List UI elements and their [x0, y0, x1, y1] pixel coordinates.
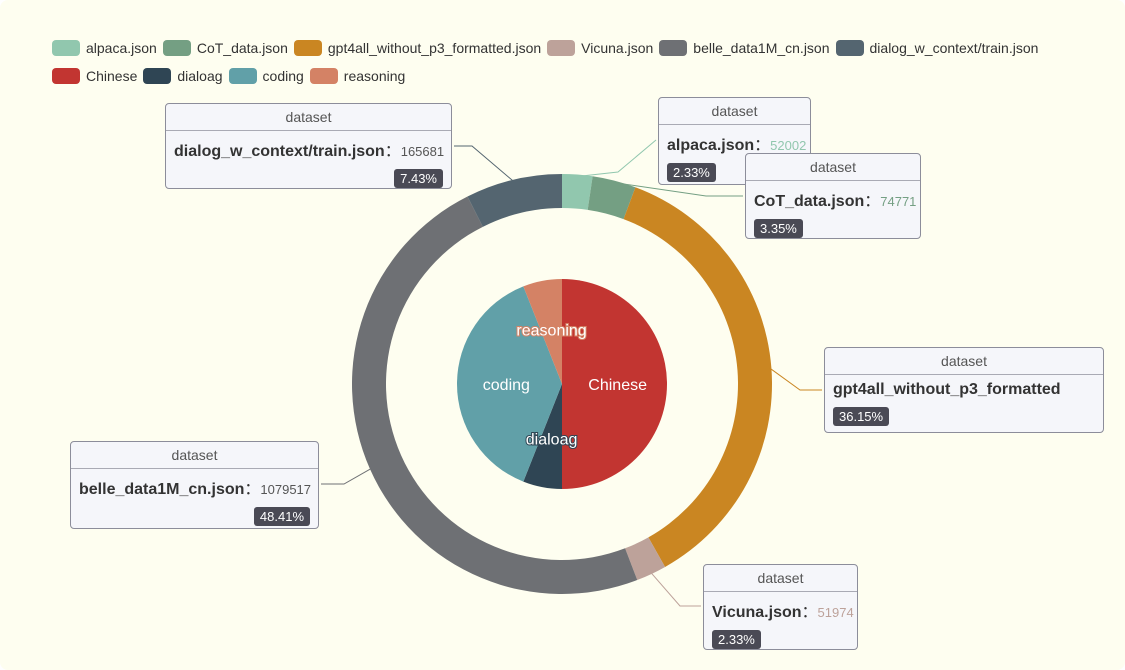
- callout-separator: ：: [244, 481, 261, 498]
- donut-slice-alpaca-json[interactable]: [562, 174, 593, 210]
- legend-swatch: [228, 68, 257, 84]
- callout-value: 74771: [880, 194, 917, 209]
- chart-legend: alpaca.json CoT_data.json gpt4all_without_…: [52, 38, 1112, 94]
- callout-line: dialog_w_context/train.json：165681: [174, 137, 445, 161]
- tooltip-callout-vicuna-json: dataset Vicuna.json：51974 2.33%: [703, 564, 858, 650]
- callout-body: Vicuna.json：51974 2.33%: [704, 592, 857, 649]
- leader-line-vicuna-json: [650, 571, 701, 607]
- legend-label: dialoag: [177, 68, 223, 84]
- legend-label: alpaca.json: [86, 40, 157, 56]
- leader-line-gpt4all-without-p3-formatted: [769, 367, 822, 391]
- callout-body: belle_data1M_cn.json：1079517 48.41%: [71, 469, 318, 526]
- donut-slice-dialog-w-context-train-json[interactable]: [467, 174, 562, 227]
- callout-series-name: dataset: [659, 98, 810, 125]
- callout-slice-name: CoT_data.json: [754, 193, 865, 210]
- legend-item-dialog-w-context-train-json[interactable]: dialog_w_context/train.json: [835, 40, 1039, 56]
- callout-percent-badge: 48.41%: [253, 507, 310, 526]
- callout-line: gpt4all_without_p3_formatted: [833, 381, 1095, 399]
- legend-item-coding[interactable]: coding: [228, 68, 304, 84]
- legend-swatch: [835, 40, 864, 56]
- callout-series-name: dataset: [704, 565, 857, 592]
- legend-swatch: [293, 40, 322, 56]
- callout-body: gpt4all_without_p3_formatted 36.15%: [825, 375, 1103, 426]
- callout-line: belle_data1M_cn.json：1079517: [79, 475, 312, 499]
- callout-separator: ：: [384, 143, 401, 160]
- callout-value: 51974: [817, 605, 854, 620]
- legend-swatch: [659, 40, 688, 56]
- legend-item-gpt4all-without-p3-formatted-json[interactable]: gpt4all_without_p3_formatted.json: [293, 40, 542, 56]
- callout-percent-badge: 36.15%: [833, 407, 890, 426]
- legend-label: belle_data1M_cn.json: [693, 40, 830, 56]
- callout-slice-name: dialog_w_context/train.json: [174, 143, 385, 160]
- tooltip-callout-cot-data-json: dataset CoT_data.json：74771 3.35%: [745, 153, 921, 239]
- callout-slice-name: gpt4all_without_p3_formatted: [833, 381, 1061, 398]
- callout-value: 1079517: [260, 482, 312, 497]
- callout-percent-badge: 3.35%: [754, 219, 803, 238]
- legend-row: alpaca.json CoT_data.json gpt4all_without_…: [52, 38, 1112, 58]
- callout-series-name: dataset: [746, 154, 920, 181]
- legend-label: CoT_data.json: [196, 40, 288, 56]
- legend-item-alpaca-json[interactable]: alpaca.json: [52, 40, 157, 56]
- callout-line: Vicuna.json：51974: [712, 598, 854, 622]
- callout-percent-row: 36.15%: [833, 399, 1095, 426]
- callout-series-name: dataset: [71, 442, 318, 469]
- callout-separator: ：: [864, 193, 881, 210]
- legend-label: Chinese: [86, 68, 138, 84]
- legend-swatch: [547, 40, 576, 56]
- callout-line: CoT_data.json：74771: [754, 187, 916, 211]
- legend-label: gpt4all_without_p3_formatted.json: [327, 40, 542, 56]
- legend-label: dialog_w_context/train.json: [869, 40, 1039, 56]
- legend-swatch: [143, 68, 172, 84]
- legend-label: reasoning: [343, 68, 406, 84]
- tooltip-callout-gpt4all-without-p3-formatted: dataset gpt4all_without_p3_formatted 36.15…: [824, 347, 1104, 433]
- legend-label: coding: [262, 68, 304, 84]
- leader-line-belle-data1m-cn-json: [321, 467, 373, 485]
- chart-canvas: Chinese dialoag coding reasoning: [321, 139, 822, 607]
- legend-row: Chinese dialoag coding reasoning: [52, 66, 1112, 86]
- callout-series-name: dataset: [166, 104, 451, 131]
- pie-label-reasoning: reasoning: [516, 322, 586, 339]
- leader-line-dialog-w-context-train-json: [454, 145, 515, 183]
- legend-item-dialoag[interactable]: dialoag: [143, 68, 223, 84]
- callout-slice-name: alpaca.json: [667, 137, 755, 154]
- legend-swatch: [52, 68, 80, 84]
- pie-label-dialoag: dialoag: [526, 432, 578, 449]
- callout-percent-badge: 7.43%: [394, 169, 443, 188]
- tooltip-callout-dialog-w-context-train-json: dataset dialog_w_context/train.json：16568…: [165, 103, 452, 189]
- callout-separator: ：: [754, 137, 771, 154]
- leader-line-alpaca-json: [577, 139, 657, 178]
- callout-percent-row: 7.43%: [174, 161, 443, 188]
- callout-body: CoT_data.json：74771 3.35%: [746, 181, 920, 238]
- legend-item-cot-data-json[interactable]: CoT_data.json: [162, 40, 288, 56]
- legend-item-belle-data1m-cn-json[interactable]: belle_data1M_cn.json: [659, 40, 830, 56]
- legend-item-vicuna-json[interactable]: Vicuna.json: [547, 40, 653, 56]
- callout-percent-row: 48.41%: [79, 499, 310, 526]
- callout-slice-name: belle_data1M_cn.json: [79, 481, 245, 498]
- legend-item-chinese[interactable]: Chinese: [52, 68, 137, 84]
- tooltip-callout-belle-data1m-cn-json: dataset belle_data1M_cn.json：1079517 48.41…: [70, 441, 319, 529]
- callout-percent-badge: 2.33%: [667, 163, 716, 182]
- callout-slice-name: Vicuna.json: [712, 604, 802, 621]
- legend-swatch: [162, 40, 191, 56]
- legend-item-reasoning[interactable]: reasoning: [309, 68, 406, 84]
- legend-swatch: [309, 68, 338, 84]
- legend-swatch: [52, 40, 80, 56]
- legend-label: Vicuna.json: [581, 40, 654, 56]
- callout-percent-badge: 2.33%: [712, 630, 761, 649]
- callout-value: 165681: [400, 144, 445, 159]
- callout-separator: ：: [801, 604, 818, 621]
- callout-series-name: dataset: [825, 348, 1103, 375]
- callout-body: dialog_w_context/train.json：165681 7.43%: [166, 131, 451, 188]
- callout-line: alpaca.json：52002: [667, 131, 806, 155]
- callout-percent-row: 2.33%: [712, 622, 849, 649]
- chart-panel: Chinese dialoag coding reasoning alpaca.jso…: [0, 0, 1125, 670]
- callout-percent-row: 3.35%: [754, 211, 912, 238]
- pie-label-chinese: Chinese: [588, 377, 647, 394]
- callout-value: 52002: [770, 138, 807, 153]
- pie-label-coding: coding: [483, 377, 530, 394]
